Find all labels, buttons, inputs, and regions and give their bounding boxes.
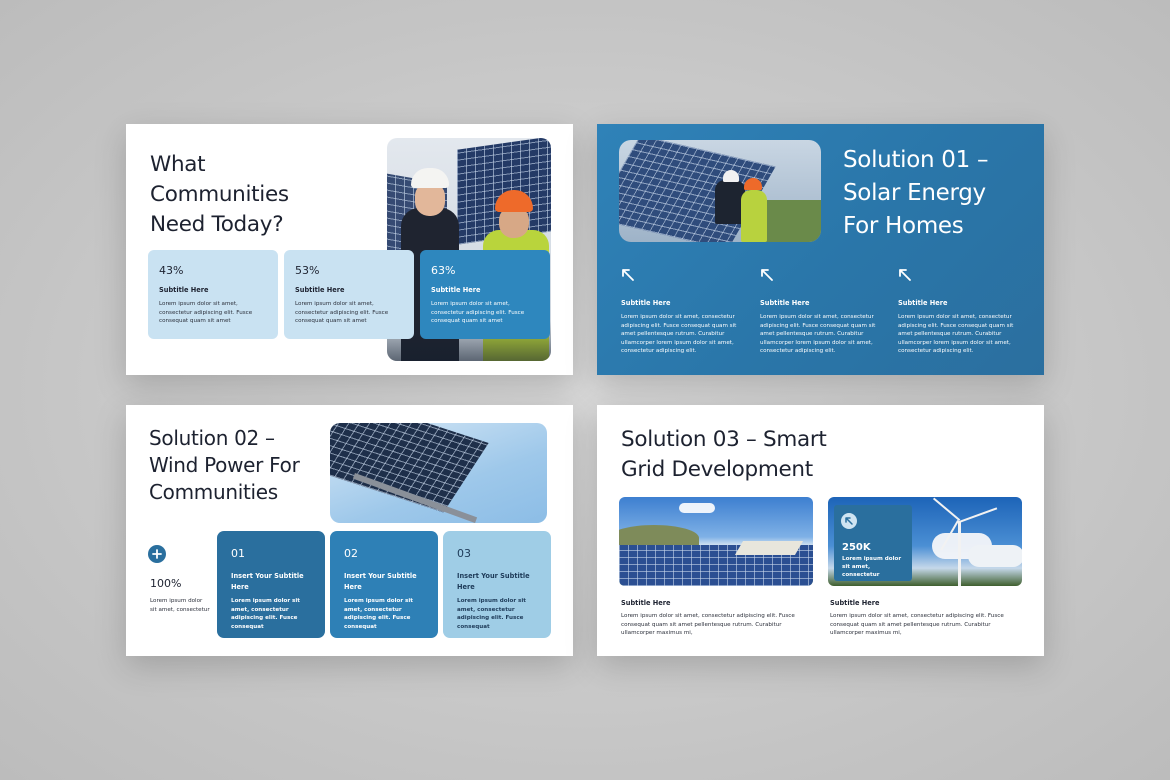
stat-subtitle: Subtitle Here [295,286,345,294]
stat-value: 250K [842,542,871,553]
column-text: Lorem ipsum dolor sit amet, consectetur … [621,314,737,355]
stat-percent: 63% [431,264,456,277]
step-number: 01 [231,547,245,560]
solar-panel-sky-photo [330,423,547,523]
slide-solution-02[interactable]: Solution 02 – Wind Power For Communities… [126,405,573,656]
step-card-2: 02 Insert Your Subtitle Here Lorem ipsum… [330,531,438,638]
stat-card-1: 43% Subtitle Here Lorem ipsum dolor sit … [148,250,278,339]
step-text: Lorem ipsum dolor sit amet, consectetur … [231,598,300,630]
stat-text: Lorem ipsum dolor sit amet, consectetur … [431,301,525,325]
column-text: Lorem ipsum dolor sit amet, consectetur … [621,613,795,637]
step-text: Lorem ipsum dolor sit amet, consectetur … [344,598,413,630]
stat-text: Lorem ipsum dolor sit amet, consectetur … [295,301,389,325]
stat-text: Lorem ipsum dolor sit amet, consectetur [842,556,902,578]
slide4-title: Solution 03 – Smart Grid Development [621,427,827,482]
slide3-title: Solution 02 – Wind Power For Communities [149,426,300,504]
solar-farm-photo [619,497,813,586]
stat-percent: 43% [159,264,184,277]
column-subtitle: Subtitle Here [621,599,671,607]
column-subtitle: Subtitle Here [760,299,810,307]
stat-subtitle: Subtitle Here [159,286,209,294]
column-subtitle: Subtitle Here [830,599,880,607]
slide-what-communities-need[interactable]: What Communities Need Today? 43% Subtitl… [126,124,573,375]
arrow-up-left-icon [841,513,857,529]
arrow-up-left-icon [761,269,773,281]
column-text: Lorem ipsum dolor sit amet, consectetur … [760,314,876,355]
slide-solution-03[interactable]: Solution 03 – Smart Grid Development 250… [597,405,1044,656]
slide2-title: Solution 01 – Solar Energy For Homes [843,147,989,239]
stat-card-3: 63% Subtitle Here Lorem ipsum dolor sit … [420,250,550,339]
plus-icon [148,545,166,563]
step-card-1: 01 Insert Your Subtitle Here Lorem ipsum… [217,531,325,638]
step-number: 03 [457,547,471,560]
stat-text: Lorem ipsum dolor sit amet, consectetur [150,598,210,613]
slide1-title: What Communities Need Today? [150,152,289,237]
step-subtitle: Insert Your Subtitle Here [457,572,530,591]
stat-subtitle: Subtitle Here [431,286,481,294]
step-number: 02 [344,547,358,560]
stat-text: Lorem ipsum dolor sit amet, consectetur … [159,301,253,325]
stat-overlay-card: 250K Lorem ipsum dolor sit amet, consect… [834,505,912,581]
stat-card-2: 53% Subtitle Here Lorem ipsum dolor sit … [284,250,414,339]
slide-solution-01[interactable]: Solution 01 – Solar Energy For Homes Sub… [597,124,1044,375]
column-subtitle: Subtitle Here [621,299,671,307]
step-subtitle: Insert Your Subtitle Here [231,572,304,591]
step-subtitle: Insert Your Subtitle Here [344,572,417,591]
column-subtitle: Subtitle Here [898,299,948,307]
step-text: Lorem ipsum dolor sit amet, consectetur … [457,598,526,630]
stat-value: 100% [150,577,182,590]
arrow-up-left-icon [899,269,911,281]
step-card-3: 03 Insert Your Subtitle Here Lorem ipsum… [443,531,551,638]
installers-solar-photo [619,140,821,242]
column-text: Lorem ipsum dolor sit amet, consectetur … [830,613,1004,637]
stat-percent: 53% [295,264,320,277]
wind-turbine-photo: 250K Lorem ipsum dolor sit amet, consect… [828,497,1022,586]
column-text: Lorem ipsum dolor sit amet, consectetur … [898,314,1014,355]
arrow-up-left-icon [622,269,634,281]
